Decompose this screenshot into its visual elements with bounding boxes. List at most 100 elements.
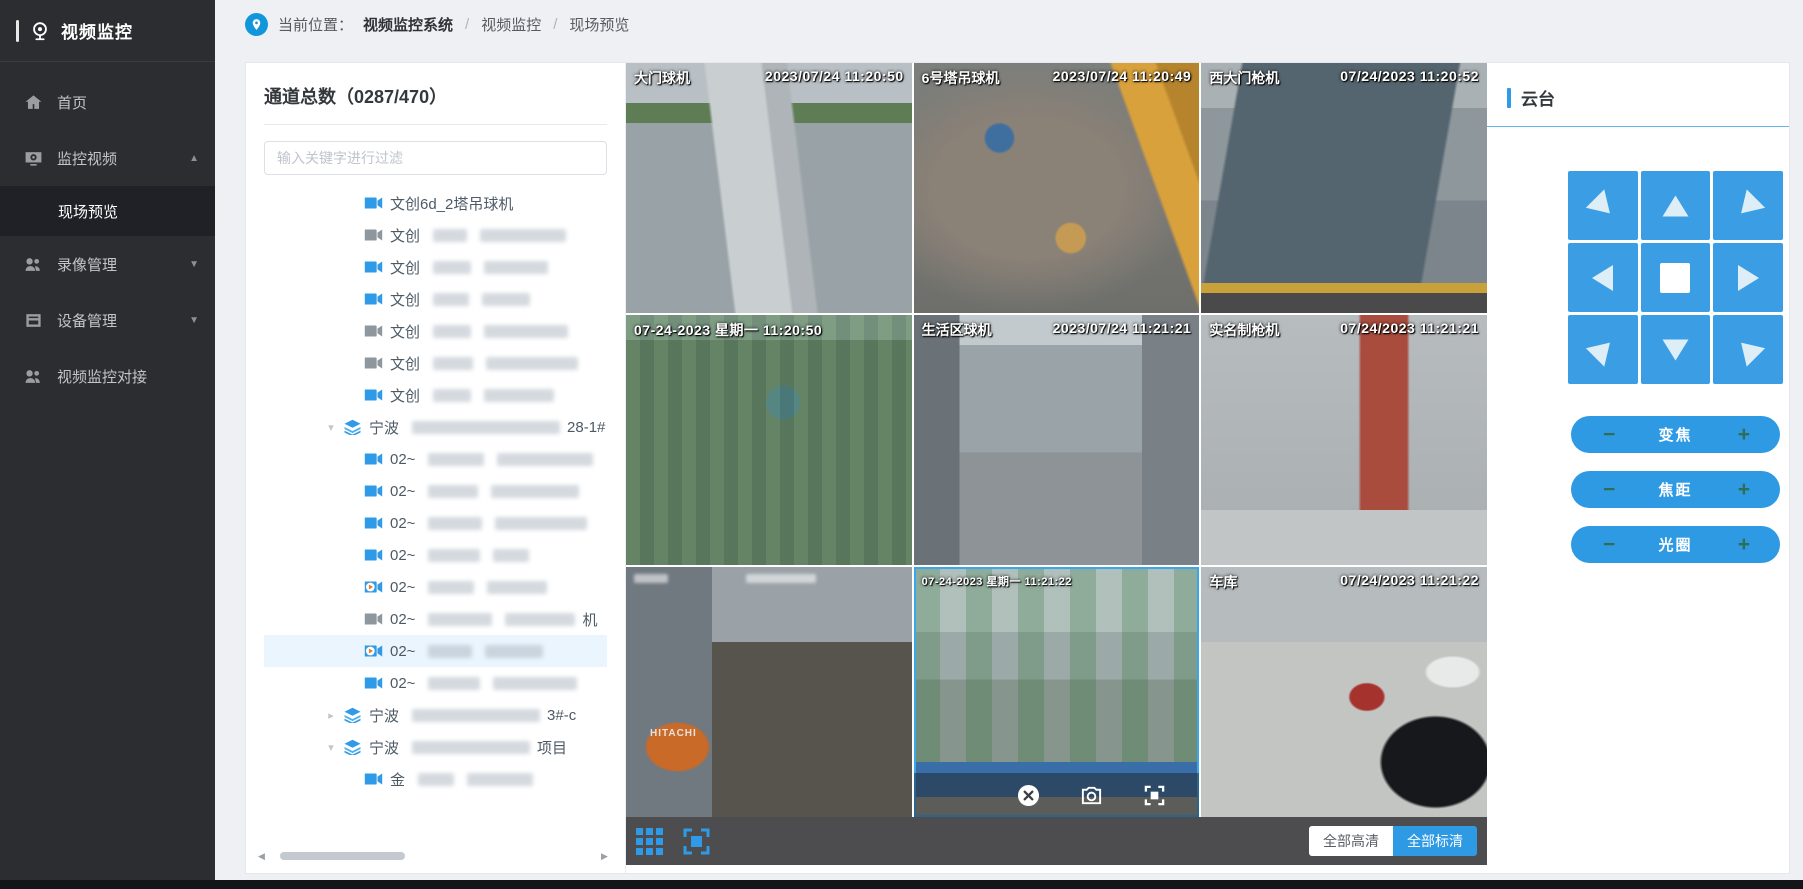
video-tile-4[interactable]: 07-24-2023 星期一 11:20:50 bbox=[626, 315, 912, 565]
webcam-icon bbox=[29, 20, 51, 42]
arrow-icon bbox=[1586, 333, 1619, 366]
snapshot-camera-icon[interactable] bbox=[1080, 784, 1103, 807]
tree-node-label-suffix: 项目 bbox=[537, 737, 567, 758]
pan-left-button[interactable] bbox=[1568, 243, 1638, 312]
pan-down-left-button[interactable] bbox=[1568, 315, 1638, 384]
tree-horizontal-scrollbar[interactable]: ◀ ▶ bbox=[258, 849, 613, 863]
sidebar: 视频监控 首页监控视频▲现场预览录像管理▼设备管理▼视频监控对接 bbox=[0, 0, 215, 889]
tree-channel-node[interactable]: 文创 bbox=[264, 283, 607, 315]
tree-node-label: 02~ bbox=[390, 643, 415, 660]
caret-down-icon[interactable]: ▾ bbox=[326, 741, 336, 754]
tree-channel-node[interactable]: 文创 bbox=[264, 251, 607, 283]
ptz-stop-button[interactable] bbox=[1641, 243, 1711, 312]
record-icon bbox=[24, 255, 43, 274]
tree-channel-node[interactable]: 02~ bbox=[264, 443, 607, 475]
tree-channel-node[interactable]: 02~ bbox=[264, 571, 607, 603]
video-toolbar: 全部高清 全部标清 bbox=[626, 817, 1487, 865]
ptz-focus-control: −焦距+ bbox=[1571, 471, 1780, 508]
breadcrumb: 当前位置： 视频监控系统 / 视频监控 / 现场预览 bbox=[215, 0, 1803, 48]
video-tile-2[interactable]: 6号塔吊球机2023/07/24 11:20:49 bbox=[914, 63, 1200, 313]
focus-plus-button[interactable]: + bbox=[1738, 471, 1750, 508]
tree-node-label: 02~ bbox=[390, 611, 415, 628]
scroll-left-icon[interactable]: ◀ bbox=[258, 851, 270, 862]
redacted-text bbox=[484, 325, 568, 338]
video-tile-5[interactable]: 生活区球机2023/07/24 11:21:21 bbox=[914, 315, 1200, 565]
timestamp-osd: 07/24/2023 11:21:22 bbox=[1340, 572, 1479, 588]
zoom-minus-button[interactable]: − bbox=[1603, 416, 1615, 453]
scrollbar-thumb[interactable] bbox=[280, 852, 405, 860]
tree-channel-node[interactable]: 02~ bbox=[264, 539, 607, 571]
pan-down-button[interactable] bbox=[1641, 315, 1711, 384]
close-stream-icon[interactable] bbox=[1017, 784, 1040, 807]
scroll-right-icon[interactable]: ▶ bbox=[601, 851, 613, 862]
app-window: 视频监控 首页监控视频▲现场预览录像管理▼设备管理▼视频监控对接 当前位置： 视… bbox=[0, 0, 1803, 889]
tree-channel-node[interactable]: 文创6d_2塔吊球机 bbox=[264, 187, 607, 219]
redacted-text bbox=[484, 261, 548, 274]
tree-node-label: 金 bbox=[390, 769, 405, 790]
ptz-zoom-control: −变焦+ bbox=[1571, 416, 1780, 453]
sidebar-item-4[interactable]: 设备管理▼ bbox=[0, 292, 215, 348]
photo-text: HITACHI bbox=[650, 728, 697, 739]
pan-up-button[interactable] bbox=[1641, 171, 1711, 240]
grid-layout-icon[interactable] bbox=[636, 828, 663, 855]
tree-channel-node[interactable]: 02~ bbox=[264, 475, 607, 507]
sidebar-item-2[interactable]: 监控视频▲ bbox=[0, 130, 215, 186]
all-hd-button[interactable]: 全部高清 bbox=[1309, 826, 1393, 856]
tree-channel-node[interactable]: 02~ bbox=[264, 507, 607, 539]
tree-channel-node[interactable]: 文创 bbox=[264, 219, 607, 251]
tree-channel-node[interactable]: 文创 bbox=[264, 379, 607, 411]
breadcrumb-section[interactable]: 视频监控 bbox=[481, 14, 541, 35]
video-tile-8[interactable]: 07-24-2023 星期一 11:21:22 bbox=[914, 567, 1200, 817]
pan-up-left-button[interactable] bbox=[1568, 171, 1638, 240]
caret-down-icon[interactable]: ▾ bbox=[326, 421, 336, 434]
tree-channel-node[interactable]: 文创 bbox=[264, 347, 607, 379]
tree-node-label: 文创6d_2塔吊球机 bbox=[390, 193, 513, 214]
redacted-text bbox=[433, 357, 473, 370]
content-card: 通道总数（0287/470） 文创6d_2塔吊球机文创文创文创文创文创文创▾宁波… bbox=[245, 62, 1790, 874]
tree-channel-node[interactable]: 文创 bbox=[264, 315, 607, 347]
redacted-text bbox=[433, 389, 471, 402]
redacted-text bbox=[482, 293, 530, 306]
redacted-text bbox=[433, 229, 467, 242]
ptz-divider bbox=[1487, 126, 1789, 127]
tree-node-label: 文创 bbox=[390, 225, 420, 246]
tree-node-label-suffix: 28-1# bbox=[567, 419, 605, 436]
iris-label: 光圈 bbox=[1658, 534, 1692, 555]
zoom-plus-button[interactable]: + bbox=[1738, 416, 1750, 453]
tree-channel-node[interactable]: 金 bbox=[264, 763, 607, 795]
breadcrumb-root: 视频监控系统 bbox=[363, 14, 453, 35]
sidebar-item-label: 监控视频 bbox=[57, 148, 175, 169]
all-sd-button[interactable]: 全部标清 bbox=[1393, 826, 1477, 856]
sidebar-subitem-现场预览[interactable]: 现场预览 bbox=[0, 186, 215, 236]
video-tile-6[interactable]: 实名制枪机07/24/2023 11:21:21 bbox=[1201, 315, 1487, 565]
iris-plus-button[interactable]: + bbox=[1738, 526, 1750, 563]
digital-zoom-icon[interactable] bbox=[1143, 784, 1166, 807]
video-tile-3[interactable]: 西大门枪机07/24/2023 11:20:52 bbox=[1201, 63, 1487, 313]
iris-minus-button[interactable]: − bbox=[1603, 526, 1615, 563]
video-tile-1[interactable]: 大门球机2023/07/24 11:20:50 bbox=[626, 63, 912, 313]
sidebar-menu: 首页监控视频▲现场预览录像管理▼设备管理▼视频监控对接 bbox=[0, 62, 215, 404]
fullscreen-icon[interactable] bbox=[683, 828, 710, 855]
sidebar-item-3[interactable]: 录像管理▼ bbox=[0, 236, 215, 292]
tree-channel-node[interactable]: 02~ 机 bbox=[264, 603, 607, 635]
pan-up-right-button[interactable] bbox=[1713, 171, 1783, 240]
pan-down-right-button[interactable] bbox=[1713, 315, 1783, 384]
illegible-osd bbox=[634, 574, 668, 583]
caret-right-icon[interactable]: ▸ bbox=[326, 709, 336, 722]
tree-channel-node[interactable]: 02~ bbox=[264, 667, 607, 699]
sidebar-item-label: 录像管理 bbox=[57, 254, 175, 275]
video-tile-7[interactable]: HITACHI bbox=[626, 567, 912, 817]
logo-accent-bar bbox=[16, 20, 19, 42]
sidebar-item-1[interactable]: 首页 bbox=[0, 74, 215, 130]
sidebar-item-5[interactable]: 视频监控对接 bbox=[0, 348, 215, 404]
pan-right-button[interactable] bbox=[1713, 243, 1783, 312]
tree-group-node[interactable]: ▾宁波28-1# bbox=[264, 411, 607, 443]
tree-channel-node[interactable]: 02~ bbox=[264, 635, 607, 667]
redacted-text bbox=[497, 453, 593, 466]
focus-minus-button[interactable]: − bbox=[1603, 471, 1615, 508]
tree-node-label-suffix: 机 bbox=[582, 609, 597, 630]
tree-group-node[interactable]: ▾宁波项目 bbox=[264, 731, 607, 763]
video-tile-9[interactable]: 车库07/24/2023 11:21:22 bbox=[1201, 567, 1487, 817]
channel-filter-input[interactable] bbox=[264, 141, 607, 175]
tree-group-node[interactable]: ▸宁波3#-c bbox=[264, 699, 607, 731]
